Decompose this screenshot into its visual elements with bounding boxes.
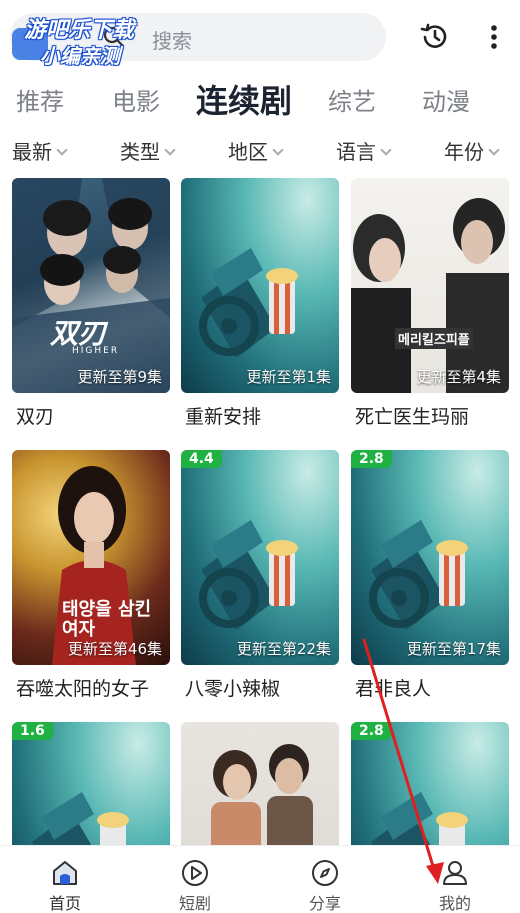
filter-region[interactable]: 地区 xyxy=(228,136,284,165)
poster-logo: 태양을 삼킨여자 xyxy=(62,599,152,640)
filter-bar: 最新 类型 地区 语言 年份 xyxy=(0,130,520,170)
film-reel-art xyxy=(369,520,468,630)
play-circle-icon xyxy=(182,860,208,886)
rating-badge: 1.6 xyxy=(12,722,53,740)
tab-variety[interactable]: 综艺 xyxy=(328,82,376,117)
poster-art xyxy=(351,198,509,393)
chevron-down-icon xyxy=(164,144,176,156)
chevron-down-icon xyxy=(272,144,284,156)
bottom-nav: 首页 短剧 分享 我的 xyxy=(0,845,520,913)
filter-year[interactable]: 年份 xyxy=(444,136,500,165)
nav-mine[interactable]: 我的 xyxy=(390,846,520,913)
home-icon xyxy=(53,861,77,885)
tab-series[interactable]: 连续剧 xyxy=(196,76,292,122)
episode-status: 更新至第1集 xyxy=(246,368,331,386)
poster-image: 双刃 HIGHER 更新至第9集 xyxy=(12,178,170,393)
episode-status: 更新至第22集 xyxy=(236,640,331,658)
history-icon[interactable] xyxy=(418,20,452,54)
nav-label: 首页 xyxy=(48,894,81,913)
nav-share[interactable]: 分享 xyxy=(260,846,390,913)
more-vert-icon[interactable] xyxy=(482,22,506,52)
search-placeholder: 搜索 xyxy=(152,29,192,53)
poster-image: 태양을 삼킨여자 更新至第46集 xyxy=(12,450,170,665)
rating-badge: 4.4 xyxy=(181,450,222,468)
poster-art xyxy=(12,178,170,393)
tab-recommend[interactable]: 推荐 xyxy=(16,82,64,117)
nav-shorts[interactable]: 短剧 xyxy=(130,846,260,913)
filter-label: 语言 xyxy=(336,140,376,164)
poster-image: 更新至第1集 xyxy=(181,178,339,393)
video-title: 八零小辣椒 xyxy=(185,678,281,700)
watermark-line2: 小编亲测 xyxy=(40,44,120,68)
tab-anime[interactable]: 动漫 xyxy=(422,82,470,117)
episode-status: 更新至第4集 xyxy=(416,368,501,386)
video-title: 吞噬太阳的女子 xyxy=(16,678,150,700)
episode-status: 更新至第46集 xyxy=(67,640,162,658)
video-title: 君非良人 xyxy=(355,678,432,700)
top-bar: 搜索 游吧乐下载 小编亲测 xyxy=(0,0,520,72)
filter-language[interactable]: 语言 xyxy=(336,136,392,165)
compass-icon xyxy=(312,860,338,886)
rating-badge: 2.8 xyxy=(351,450,392,468)
poster-image: 4.4 更新至第22集 xyxy=(181,450,339,665)
chevron-down-icon xyxy=(56,144,68,156)
nav-home[interactable]: 首页 xyxy=(0,846,130,913)
episode-status: 更新至第9集 xyxy=(77,368,162,386)
filter-label: 地区 xyxy=(228,140,268,164)
rating-badge: 2.8 xyxy=(351,722,392,740)
nav-label: 短剧 xyxy=(178,894,211,913)
chevron-down-icon xyxy=(488,144,500,156)
chevron-down-icon xyxy=(380,144,392,156)
nav-label: 我的 xyxy=(438,894,471,913)
video-title: 双刃 xyxy=(16,406,55,428)
user-icon xyxy=(443,861,467,885)
film-reel-art xyxy=(199,520,298,630)
video-title: 重新安排 xyxy=(185,406,262,428)
filter-label: 年份 xyxy=(444,140,484,164)
episode-status: 更新至第17集 xyxy=(406,640,501,658)
watermark: 游吧乐下载 小编亲测 xyxy=(6,6,156,68)
video-title: 死亡医生玛丽 xyxy=(355,406,470,428)
filter-type[interactable]: 类型 xyxy=(120,136,176,165)
poster-image: 메리킬즈피플 更新至第4集 xyxy=(351,178,509,393)
nav-label: 分享 xyxy=(308,894,341,913)
film-reel-art xyxy=(199,248,298,358)
tab-movie[interactable]: 电影 xyxy=(112,82,160,117)
poster-logo: 메리킬즈피플 xyxy=(395,328,473,349)
poster-image: 2.8 更新至第17集 xyxy=(351,450,509,665)
filter-label: 类型 xyxy=(120,140,160,164)
category-tabs: 推荐 电影 连续剧 综艺 动漫 xyxy=(0,72,520,128)
filter-label: 最新 xyxy=(12,140,52,164)
filter-latest[interactable]: 最新 xyxy=(12,136,68,165)
poster-subtitle: HIGHER xyxy=(72,346,120,356)
